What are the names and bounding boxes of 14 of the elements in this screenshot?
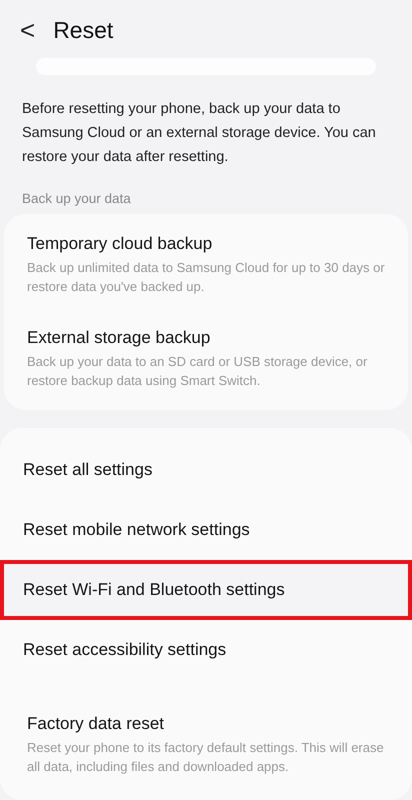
menu-item[interactable]: External storage backup — [27, 328, 389, 348]
page-title: Reset — [53, 16, 114, 44]
back-button[interactable]: < — [20, 14, 36, 46]
item-description: Reset your phone to its factory default settings. This will erase all data, including files and downloaded apps. — [27, 739, 385, 776]
intro-text: Before resetting your phone, back up your data to Samsung Cloud or an external storage device. You can restore your data after resetting. — [22, 100, 377, 167]
section-label: Back up your data — [22, 191, 132, 206]
item-description: Back up unlimited data to Samsung Cloud for up to 30 days or restore data you've backed up. — [27, 259, 386, 296]
menu-item[interactable]: Factory data reset — [27, 714, 389, 734]
menu-item[interactable]: Reset accessibility settings — [0, 620, 412, 680]
highlighted-menu-item[interactable]: Reset Wi-Fi and Bluetooth settings — [0, 560, 412, 620]
menu-item[interactable]: Temporary cloud backup — [27, 234, 389, 254]
item-description: Back up your data to an SD card or USB storage device, or restore backup data using Smart Switch. — [27, 353, 368, 390]
menu-item[interactable]: Reset mobile network settings — [0, 500, 412, 560]
menu-item[interactable]: Reset all settings — [0, 440, 412, 500]
